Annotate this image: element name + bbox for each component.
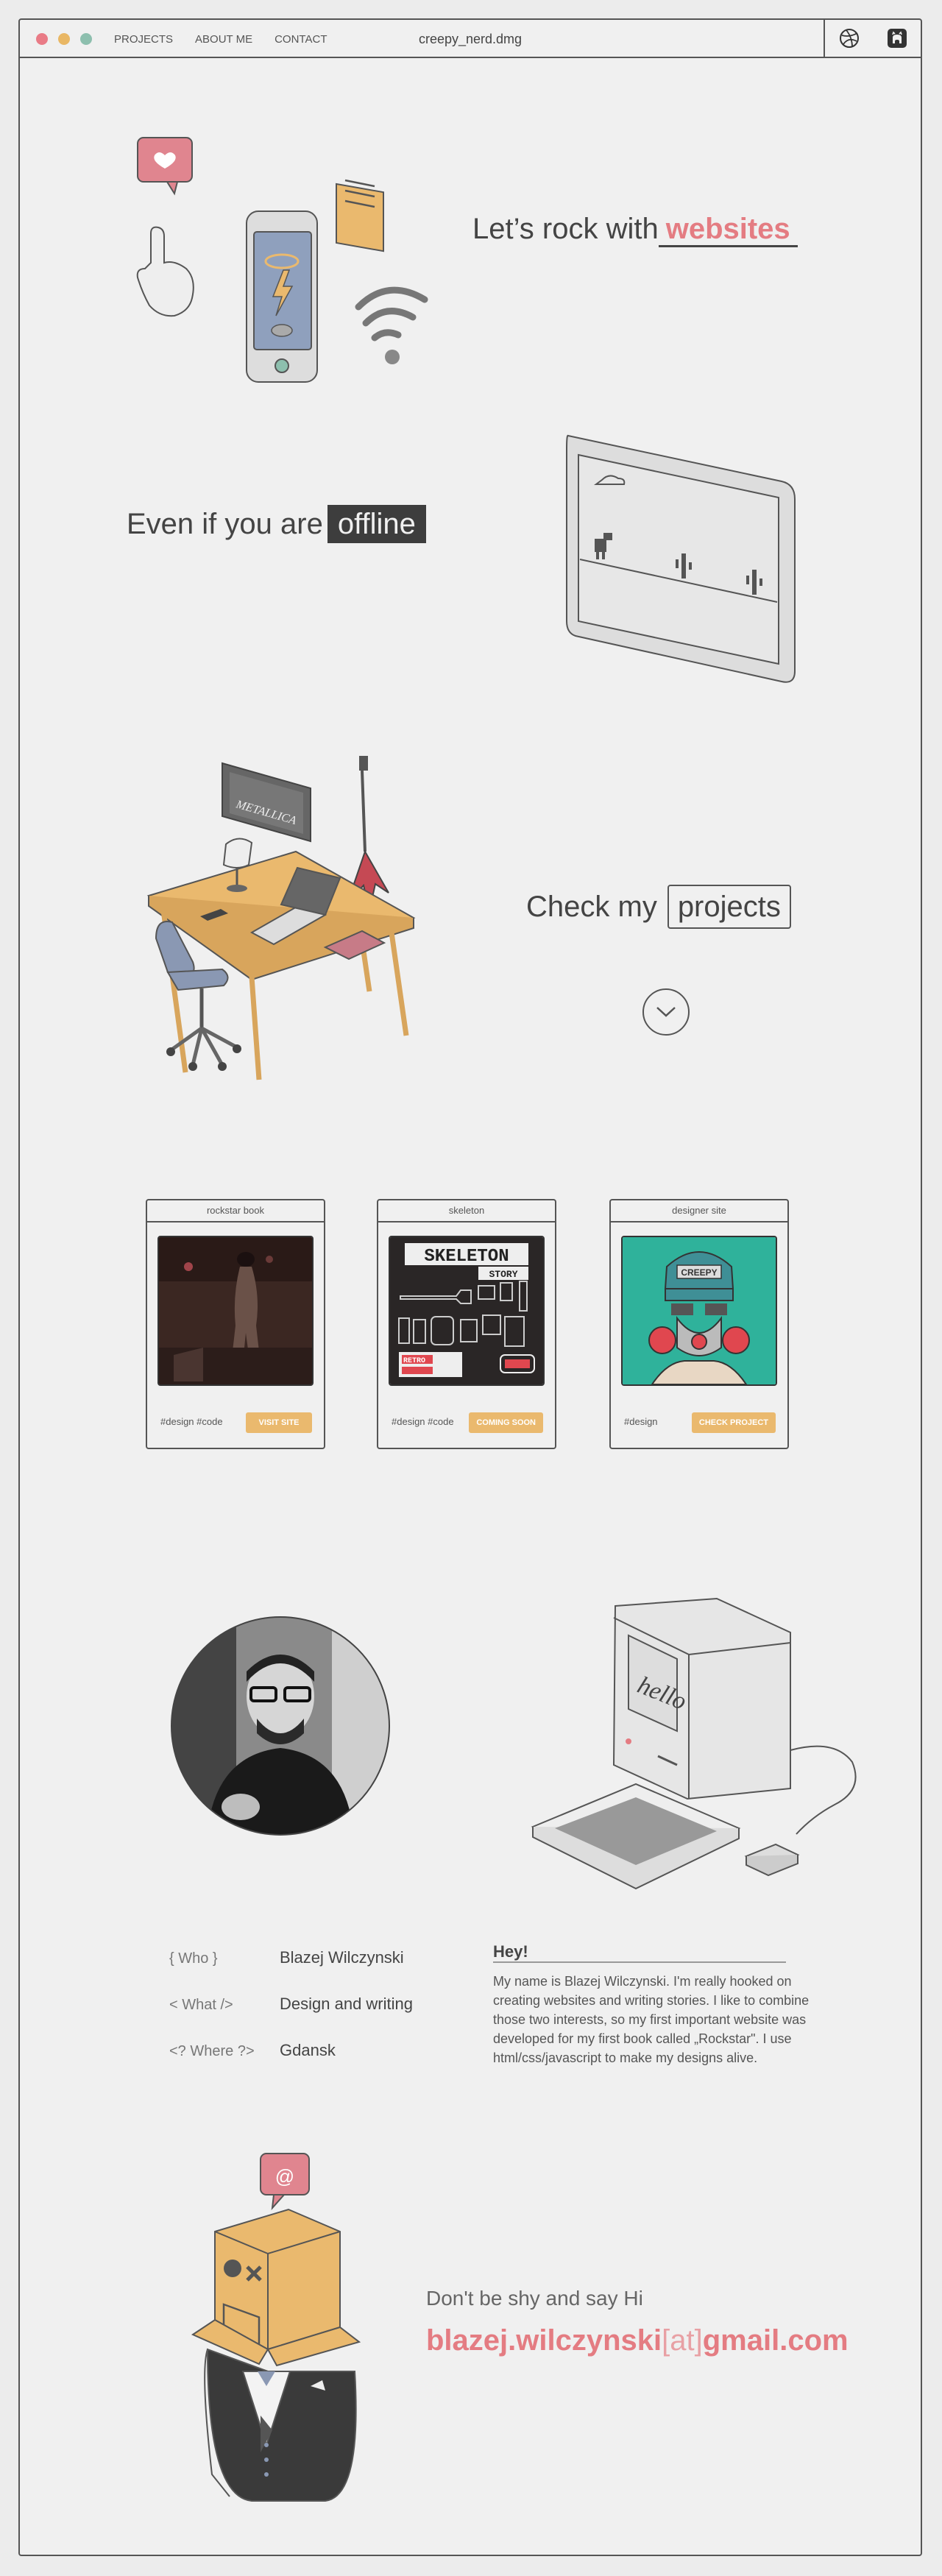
heart-notification-icon — [137, 137, 193, 196]
project-card-title: skeleton — [378, 1200, 555, 1222]
project-card-title: designer site — [611, 1200, 787, 1222]
info-key: { Who } — [169, 1950, 218, 1967]
project-tags: #design — [624, 1416, 658, 1427]
project-card: designer site CREEPY #design CHECK PROJE… — [609, 1199, 789, 1449]
github-icon[interactable] — [885, 26, 910, 51]
hey-divider — [493, 1961, 786, 1963]
info-key: <? Where ?> — [169, 2043, 255, 2059]
phone-illustration — [136, 137, 428, 383]
note-card-icon — [336, 179, 384, 252]
project-card: skeleton SKELETON STORY RETRO #design #c… — [377, 1199, 556, 1449]
metallica-monitor-icon: METALLICA — [222, 762, 311, 843]
info-value: Blazej Wilczynski — [280, 1948, 404, 1967]
classic-mac-illustration: hello — [531, 1597, 857, 1890]
project-card-title: rockstar book — [147, 1200, 324, 1222]
rockstar-book-preview-image[interactable] — [157, 1236, 314, 1386]
desk-illustration: METALLICA — [146, 756, 416, 1080]
info-value: Design and writing — [280, 1995, 413, 2013]
info-who-row: { Who } Blazej Wilczynski — [169, 1948, 404, 1967]
profile-photo — [171, 1616, 390, 1836]
project-tags: #design #code — [160, 1416, 223, 1427]
wifi-icon — [355, 286, 428, 364]
headline-websites-accent: websites — [658, 213, 798, 247]
svg-text:@: @ — [275, 2165, 294, 2187]
svg-text:RETRO: RETRO — [403, 1357, 425, 1365]
nav-projects-link[interactable]: PROJECTS — [114, 33, 173, 46]
svg-text:CREEPY: CREEPY — [681, 1267, 717, 1278]
app-window: creepy_nerd.dmg PROJECTS ABOUT ME CONTAC… — [18, 18, 922, 2556]
project-tags: #design #code — [392, 1416, 454, 1427]
headline-websites-prefix: Let’s rock with — [472, 213, 659, 245]
designer-site-preview-image[interactable]: CREEPY — [621, 1236, 777, 1386]
nav-contact-link[interactable]: CONTACT — [275, 33, 327, 46]
contact-email-link[interactable]: blazej.wilczynski[at]gmail.com — [426, 2324, 849, 2357]
headline-projects-prefix: Check my — [526, 891, 657, 923]
coming-soon-button[interactable]: COMING SOON — [469, 1412, 543, 1433]
headline-offline-prefix: Even if you are — [127, 508, 323, 540]
headline-projects-accent[interactable]: projects — [667, 885, 791, 929]
dribbble-icon[interactable] — [837, 26, 862, 51]
at-notification-icon: @ — [260, 2153, 310, 2211]
svg-text:STORY: STORY — [489, 1269, 517, 1280]
email-user: blazej.wilczynski — [426, 2324, 662, 2357]
hey-title: Hey! — [493, 1942, 528, 1961]
project-card: rockstar book #design #code VISIT SITE — [146, 1199, 325, 1449]
headline-projects: Check my projects — [526, 885, 791, 929]
social-links — [824, 20, 921, 57]
info-what-row: < What /> Design and writing — [169, 1995, 413, 2014]
info-value: Gdansk — [280, 2041, 336, 2059]
headline-offline-accent: offline — [327, 505, 426, 543]
offline-tablet-illustration — [566, 434, 796, 683]
chevron-down-icon — [656, 1007, 676, 1017]
nav-about-link[interactable]: ABOUT ME — [195, 33, 252, 46]
email-at: [at] — [662, 2324, 703, 2357]
headline-websites: Let’s rock with websites — [472, 213, 798, 247]
visit-site-button[interactable]: VISIT SITE — [246, 1412, 312, 1433]
hand-pointer-icon — [136, 226, 194, 317]
svg-text:SKELETON: SKELETON — [424, 1247, 509, 1267]
check-project-button[interactable]: CHECK PROJECT — [691, 1412, 776, 1433]
main-nav: PROJECTS ABOUT ME CONTACT — [114, 33, 327, 46]
title-bar: creepy_nerd.dmg PROJECTS ABOUT ME CONTAC… — [20, 20, 921, 58]
bio-text: My name is Blazej Wilczynski. I'm really… — [493, 1974, 810, 2065]
contact-subtitle: Don't be shy and say Hi — [426, 2287, 643, 2310]
info-key: < What /> — [169, 1997, 233, 2013]
skeleton-story-preview-image[interactable]: SKELETON STORY RETRO — [389, 1236, 545, 1386]
box-head-character-illustration: @ — [191, 2153, 361, 2502]
smartphone-icon — [246, 210, 318, 383]
info-where-row: <? Where ?> Gdansk — [169, 2041, 336, 2060]
email-domain: gmail.com — [702, 2324, 849, 2357]
scroll-down-button[interactable] — [642, 988, 690, 1036]
headline-offline: Even if you are offline — [127, 505, 426, 543]
